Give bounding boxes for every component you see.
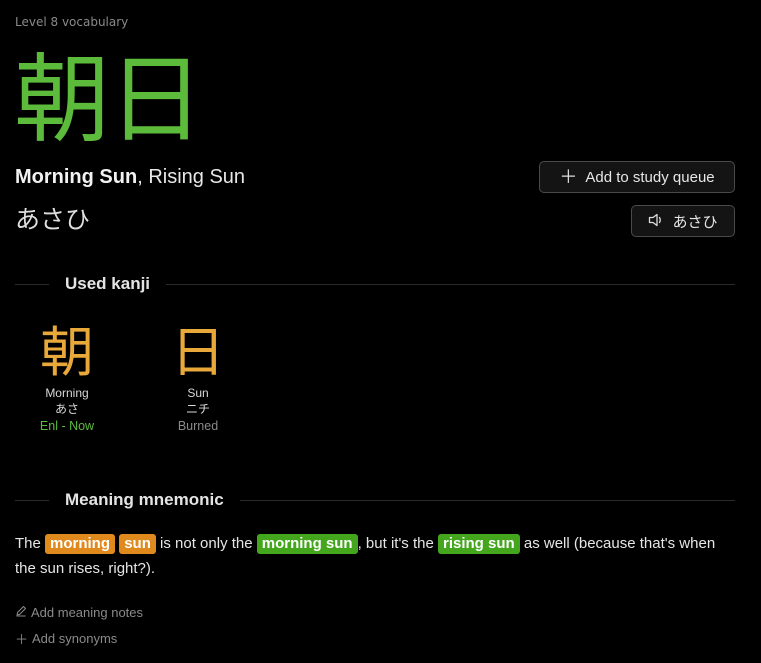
kanji-status: Burned [177, 419, 219, 433]
used-kanji-header: Used kanji [15, 274, 735, 294]
vocabulary-highlight: rising sun [438, 534, 520, 554]
used-kanji-title: Used kanji [65, 274, 151, 293]
kanji-status: Enl - Now [39, 419, 95, 433]
kanji-highlight: morning [45, 534, 116, 554]
add-synonyms-link[interactable]: ＋ Add synonyms [15, 629, 117, 648]
add-synonyms-label: Add synonyms [32, 631, 118, 646]
alternative-meaning: Rising Sun [148, 166, 246, 188]
meanings: Morning Sun, Rising Sun [15, 166, 245, 189]
kanji-character: 日 [171, 323, 225, 383]
meaning-mnemonic-title: Meaning mnemonic [65, 490, 224, 509]
used-kanji-item[interactable]: 朝 Morning あさ Enl - Now [22, 320, 112, 433]
kanji-meaning: Morning [45, 386, 89, 400]
divider [239, 499, 735, 501]
kanji-meaning: Sun [187, 386, 209, 400]
divider [15, 499, 49, 501]
meaning-mnemonic-header: Meaning mnemonic [15, 490, 735, 510]
vocabulary-characters: 朝日 [14, 44, 204, 156]
meaning-mnemonic-text: The morning sun is not only the morning … [15, 531, 735, 581]
pencil-icon [15, 605, 27, 620]
plus-icon: ＋ [559, 167, 578, 187]
kanji-reading: ニチ [185, 402, 210, 416]
reading: あさひ [15, 205, 91, 234]
add-meaning-notes-link[interactable]: Add meaning notes [15, 605, 143, 620]
meaning-separator: , [137, 166, 149, 188]
vocabulary-highlight: morning sun [256, 534, 358, 554]
kanji-character: 朝 [40, 323, 94, 383]
add-to-study-queue-label: Add to study queue [585, 168, 715, 186]
play-audio-button[interactable]: あさひ [631, 205, 735, 237]
divider [166, 283, 735, 285]
used-kanji-item[interactable]: 日 Sun ニチ Burned [153, 320, 243, 433]
plus-icon: ＋ [15, 632, 29, 647]
mnemonic-text: The [15, 535, 46, 552]
level-label: Level 8 vocabulary [15, 15, 129, 29]
divider [15, 283, 49, 285]
mnemonic-text: is not only the [155, 535, 257, 552]
mnemonic-text: , but it's the [357, 535, 438, 552]
kanji-reading: あさ [54, 402, 79, 416]
add-meaning-notes-label: Add meaning notes [31, 605, 144, 620]
kanji-highlight: sun [119, 534, 156, 554]
audio-reading-label: あさひ [672, 213, 718, 231]
add-to-study-queue-button[interactable]: ＋ Add to study queue [539, 161, 735, 193]
primary-meaning: Morning Sun [15, 166, 138, 188]
speaker-icon [648, 212, 664, 230]
